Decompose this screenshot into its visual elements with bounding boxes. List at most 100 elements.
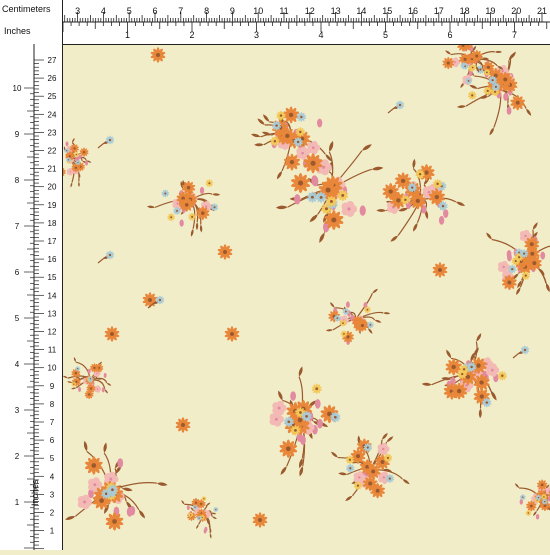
cm-tick-label: 9 (230, 6, 235, 16)
daisy-flower (311, 383, 322, 394)
vertical-cm-label: 15 (48, 273, 57, 282)
leaf (485, 232, 493, 241)
leaf (371, 166, 383, 171)
daisy-flower (150, 47, 166, 62)
cm-tick-label: 17 (434, 6, 444, 16)
vertical-cm-label: 5 (50, 454, 55, 463)
leaf (329, 301, 335, 308)
cm-tick-label: 4 (101, 6, 106, 16)
vertical-cm-label: 14 (48, 291, 57, 300)
vertical-cm-label: 24 (48, 110, 57, 119)
cm-tick-label: 3 (75, 6, 80, 16)
leaf (251, 133, 261, 139)
flower-bouquet (326, 288, 391, 345)
vertical-cm-label: 10 (48, 364, 57, 373)
flower-bud (439, 216, 444, 225)
leaf (181, 500, 186, 505)
vertical-cm-label: 27 (48, 56, 57, 65)
flower-bouquet (181, 496, 219, 539)
blossom-flower (94, 385, 101, 392)
vertical-inch-label: 9 (15, 130, 20, 139)
daisy-flower (105, 512, 124, 530)
leaf (73, 357, 76, 363)
leaf (276, 205, 288, 209)
cm-tick-label: 19 (485, 6, 495, 16)
inch-tick-label: 4 (318, 30, 323, 40)
flower-bud (507, 253, 512, 261)
flower-bud (85, 161, 88, 166)
vertical-cm-label: 12 (48, 328, 57, 337)
flower-bouquet (62, 137, 92, 187)
sprig (98, 251, 114, 263)
cm-tick-label: 13 (331, 6, 341, 16)
leaf (390, 234, 400, 243)
leaf (297, 366, 303, 377)
flower-bud (66, 142, 69, 147)
left-ruler-ticks: 2726252423222120191817161514131211109876… (0, 0, 62, 550)
flower-bud (204, 529, 207, 534)
leaf (445, 349, 452, 359)
vertical-cm-label: 11 (48, 346, 57, 355)
vertical-cm-label: 26 (48, 74, 57, 83)
flower-bud (443, 209, 448, 218)
daisy-flower (525, 510, 531, 516)
leaf (386, 435, 395, 443)
leaf (137, 509, 146, 520)
daisy-flower (432, 262, 448, 277)
sprig (388, 101, 404, 113)
vertical-cm-label: 20 (48, 183, 57, 192)
vertical-inch-label: 8 (15, 176, 20, 185)
leaf (383, 312, 390, 315)
leaf (104, 389, 109, 394)
leaf (212, 193, 220, 196)
inch-tick-label: 6 (447, 30, 452, 40)
vertical-cm-label: 7 (50, 418, 55, 427)
left-ruler: 2726252423222120191817161514131211109876… (0, 0, 63, 550)
vertical-cm-label: 22 (48, 147, 57, 156)
flower-bouquet (270, 366, 341, 477)
flower-bud (317, 119, 322, 128)
cm-tick-label: 14 (356, 6, 366, 16)
vertical-inch-label: 4 (15, 360, 20, 369)
leaf (514, 483, 520, 489)
leaf (277, 390, 284, 401)
leaf (445, 50, 452, 56)
leaf (78, 182, 80, 187)
leaf (279, 465, 288, 476)
flower-bud (360, 205, 366, 215)
daisy-flower (290, 173, 310, 193)
cm-tick-label: 15 (382, 6, 392, 16)
daisy-flower (161, 189, 169, 197)
leaf (488, 127, 495, 136)
vertical-inch-label: 6 (15, 268, 20, 277)
blossom-flower (272, 401, 286, 416)
leaf (71, 387, 77, 390)
leaf (190, 229, 194, 237)
daisy-flower (457, 44, 469, 52)
blossom-flower (378, 443, 390, 455)
flower-bouquet (422, 332, 508, 418)
leaf (196, 222, 199, 230)
cm-tick-label: 16 (408, 6, 418, 16)
flower-bud (507, 107, 512, 115)
vertical-cm-label: 1 (50, 527, 55, 536)
vertical-cm-label: 4 (50, 472, 55, 481)
flower-bud (102, 388, 105, 393)
leaf (206, 502, 211, 507)
cm-tick-label: 10 (253, 6, 263, 16)
leaf (200, 224, 203, 232)
daisy-flower (468, 91, 477, 100)
vertical-cm-label: 21 (48, 165, 57, 174)
daisy-flower (175, 417, 191, 432)
centimeters-label: Centimeters (2, 4, 51, 14)
vertical-cm-label: 16 (48, 255, 57, 264)
side-inches-label: Inches (30, 479, 40, 506)
blossom-flower (342, 201, 358, 217)
leaf (344, 495, 353, 503)
daisy-flower (252, 512, 268, 527)
flower-bouquet (485, 221, 550, 295)
vertical-inch-label: 1 (15, 498, 20, 507)
inch-tick-label: 1 (125, 30, 130, 40)
blossom-flower (307, 141, 320, 155)
leaf (367, 327, 373, 334)
